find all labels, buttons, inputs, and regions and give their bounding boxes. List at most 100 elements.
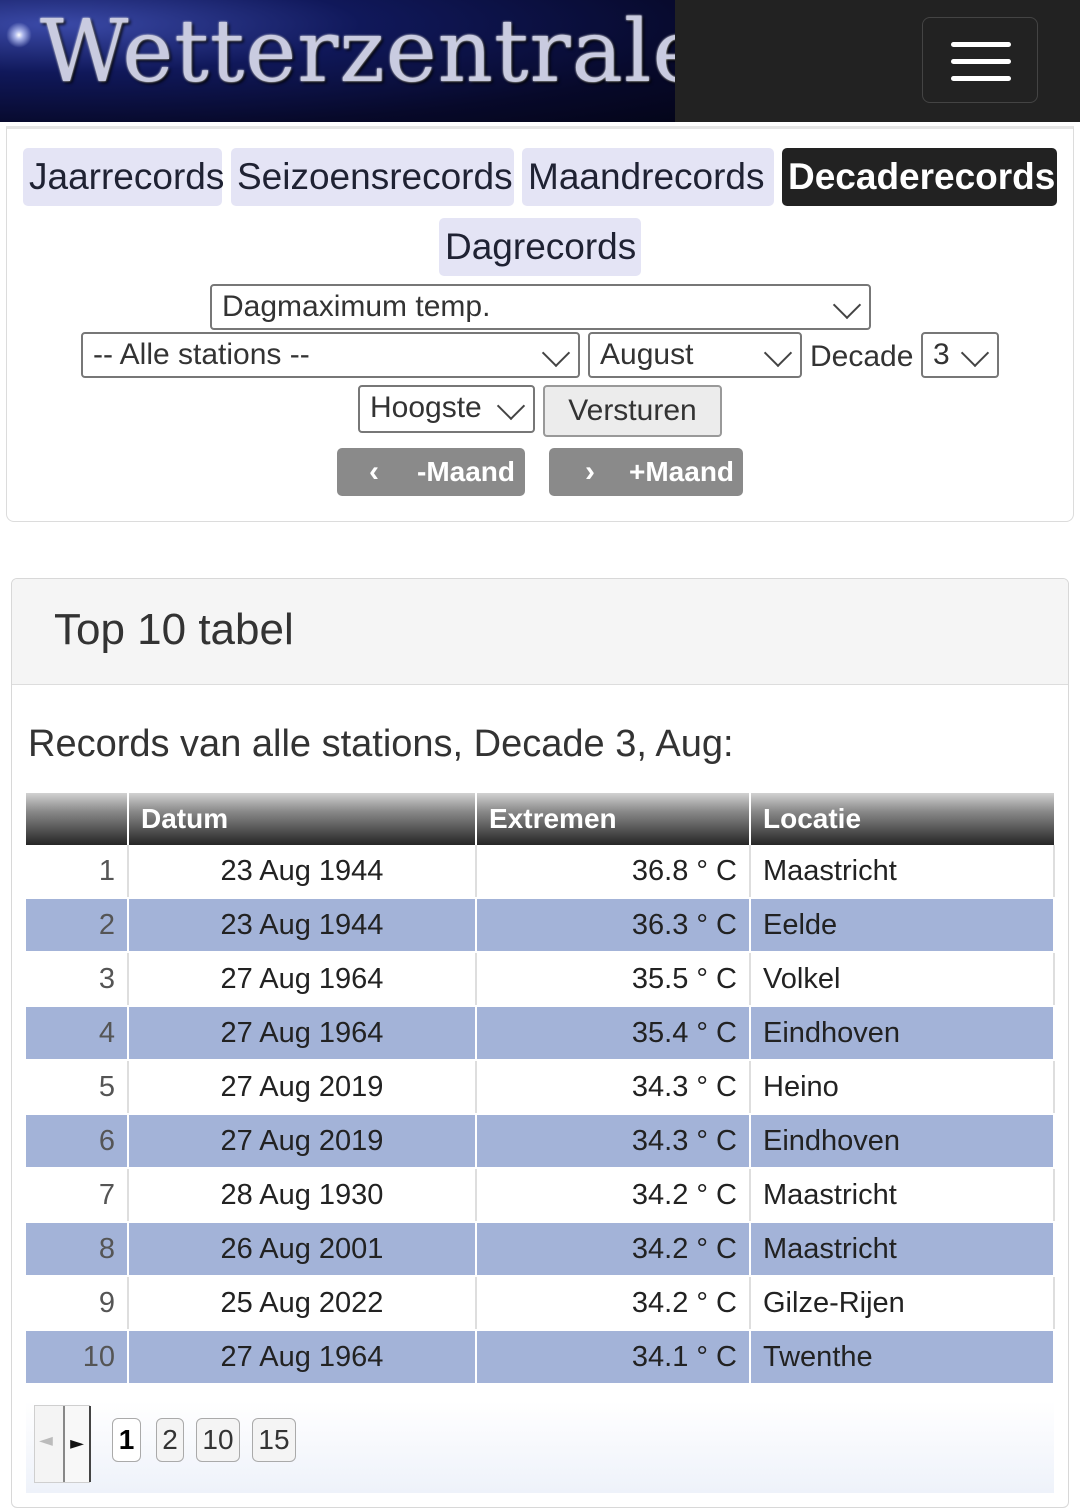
chevron-down-icon: [541, 338, 571, 368]
prev-page-icon[interactable]: ◄: [39, 1430, 53, 1451]
rank-cell: 4: [26, 1006, 129, 1061]
station-select-value: -- Alle stations --: [93, 338, 310, 371]
tab-jaarrecords[interactable]: Jaarrecords: [23, 148, 224, 206]
locatie-cell: Heino: [750, 1060, 1055, 1115]
table-row: 8 26 Aug 2001 34.2 ° C Maastricht: [26, 1222, 1055, 1277]
tab-dagrecords[interactable]: Dagrecords: [439, 218, 641, 276]
next-month-button[interactable]: › +Maand: [549, 448, 743, 496]
order-select[interactable]: Hoogste: [358, 385, 535, 433]
extremen-cell: 34.1 ° C: [476, 1330, 751, 1385]
extremen-cell: 34.2 ° C: [476, 1168, 751, 1223]
page-size-10[interactable]: 10: [196, 1418, 240, 1462]
locatie-cell: Gilze-Rijen: [750, 1276, 1055, 1331]
station-select[interactable]: -- Alle stations --: [81, 332, 580, 378]
decade-label: Decade: [810, 340, 914, 373]
chevron-down-icon: [832, 290, 862, 320]
chevron-left-icon: ‹: [369, 455, 379, 488]
page-size-1[interactable]: 1: [112, 1418, 141, 1462]
menu-toggle-button[interactable]: [922, 17, 1038, 103]
datum-cell: 23 Aug 1944: [128, 845, 477, 899]
decade-select[interactable]: 3: [921, 332, 999, 378]
datum-cell: 25 Aug 2022: [128, 1276, 477, 1331]
datum-cell: 27 Aug 1964: [128, 952, 477, 1007]
table-row: 10 27 Aug 1964 34.1 ° C Twenthe: [26, 1330, 1055, 1385]
rank-cell: 1: [26, 845, 129, 899]
column-header-locatie[interactable]: Locatie: [750, 793, 1054, 845]
logo-text: Wetterzentrale: [40, 2, 675, 102]
month-select-value: August: [600, 338, 694, 371]
tab-seizoensrecords[interactable]: Seizoensrecords: [231, 148, 514, 206]
locatie-cell: Eindhoven: [750, 1006, 1055, 1061]
rank-cell: 2: [26, 898, 129, 953]
rank-cell: 6: [26, 1114, 129, 1169]
datum-cell: 28 Aug 1930: [128, 1168, 477, 1223]
panel-header: Top 10 tabel: [12, 579, 1068, 685]
records-subtitle: Records van alle stations, Decade 3, Aug…: [28, 723, 734, 765]
datum-cell: 27 Aug 2019: [128, 1060, 477, 1115]
next-month-label: +Maand: [629, 456, 735, 487]
table-row: 2 23 Aug 1944 36.3 ° C Eelde: [26, 898, 1055, 953]
logo-star-icon: [4, 20, 34, 50]
rank-cell: 9: [26, 1276, 129, 1331]
chevron-right-icon: ›: [585, 455, 595, 488]
rank-cell: 8: [26, 1222, 129, 1277]
tab-maandrecords[interactable]: Maandrecords: [522, 148, 774, 206]
datum-cell: 27 Aug 1964: [128, 1330, 477, 1385]
extremen-cell: 35.4 ° C: [476, 1006, 751, 1061]
locatie-cell: Volkel: [750, 952, 1055, 1007]
month-select[interactable]: August: [588, 332, 802, 378]
parameter-select-value: Dagmaximum temp.: [222, 290, 491, 323]
table-pager: ◄ ► 1 2 10 15: [26, 1401, 1054, 1493]
extremen-cell: 36.3 ° C: [476, 898, 751, 953]
site-logo[interactable]: Wetterzentrale: [0, 0, 675, 122]
datum-cell: 23 Aug 1944: [128, 898, 477, 953]
tab-decaderecords[interactable]: Decaderecords: [782, 148, 1057, 206]
next-page-icon[interactable]: ►: [63, 1406, 91, 1482]
rank-cell: 5: [26, 1060, 129, 1115]
pager-arrows: ◄ ►: [34, 1405, 91, 1483]
datum-cell: 27 Aug 1964: [128, 1006, 477, 1061]
page-size-15[interactable]: 15: [252, 1418, 296, 1462]
top10-panel: Top 10 tabel Records van alle stations, …: [11, 578, 1069, 1508]
rank-cell: 7: [26, 1168, 129, 1223]
hamburger-icon: [951, 59, 1011, 64]
column-header-datum[interactable]: Datum: [128, 793, 477, 845]
table-row: 4 27 Aug 1964 35.4 ° C Eindhoven: [26, 1006, 1055, 1061]
locatie-cell: Eindhoven: [750, 1114, 1055, 1169]
locatie-cell: Maastricht: [750, 1222, 1055, 1277]
rank-cell: 10: [26, 1330, 129, 1385]
rank-cell: 3: [26, 952, 129, 1007]
table-row: 9 25 Aug 2022 34.2 ° C Gilze-Rijen: [26, 1276, 1055, 1331]
locatie-cell: Maastricht: [750, 845, 1055, 899]
chevron-down-icon: [960, 338, 990, 368]
table-row: 7 28 Aug 1930 34.2 ° C Maastricht: [26, 1168, 1055, 1223]
table-row: 6 27 Aug 2019 34.3 ° C Eindhoven: [26, 1114, 1055, 1169]
extremen-cell: 35.5 ° C: [476, 952, 751, 1007]
locatie-cell: Twenthe: [750, 1330, 1055, 1385]
datum-cell: 26 Aug 2001: [128, 1222, 477, 1277]
extremen-cell: 34.3 ° C: [476, 1114, 751, 1169]
parameter-select[interactable]: Dagmaximum temp.: [210, 284, 871, 330]
column-header-extremen[interactable]: Extremen: [476, 793, 751, 845]
datum-cell: 27 Aug 2019: [128, 1114, 477, 1169]
table-row: 1 23 Aug 1944 36.8 ° C Maastricht: [26, 845, 1055, 899]
prev-month-label: -Maand: [417, 456, 515, 487]
locatie-cell: Eelde: [750, 898, 1055, 953]
table-row: 3 27 Aug 1964 35.5 ° C Volkel: [26, 952, 1055, 1007]
locatie-cell: Maastricht: [750, 1168, 1055, 1223]
panel-title: Top 10 tabel: [54, 605, 294, 654]
order-select-value: Hoogste: [370, 391, 482, 424]
decade-select-value: 3: [933, 338, 950, 371]
submit-button[interactable]: Versturen: [543, 385, 722, 437]
prev-month-button[interactable]: ‹ -Maand: [337, 448, 525, 496]
records-table: Datum Extremen Locatie 1 23 Aug 1944 36.…: [26, 793, 1055, 1385]
page-size-2[interactable]: 2: [156, 1418, 184, 1462]
site-header: Wetterzentrale: [0, 0, 1080, 122]
hamburger-icon: [951, 76, 1011, 81]
extremen-cell: 34.2 ° C: [476, 1276, 751, 1331]
table-header-row: Datum Extremen Locatie: [26, 793, 1054, 845]
column-header-rank[interactable]: [26, 793, 129, 845]
extremen-cell: 36.8 ° C: [476, 845, 751, 899]
extremen-cell: 34.2 ° C: [476, 1222, 751, 1277]
chevron-down-icon: [496, 391, 526, 421]
